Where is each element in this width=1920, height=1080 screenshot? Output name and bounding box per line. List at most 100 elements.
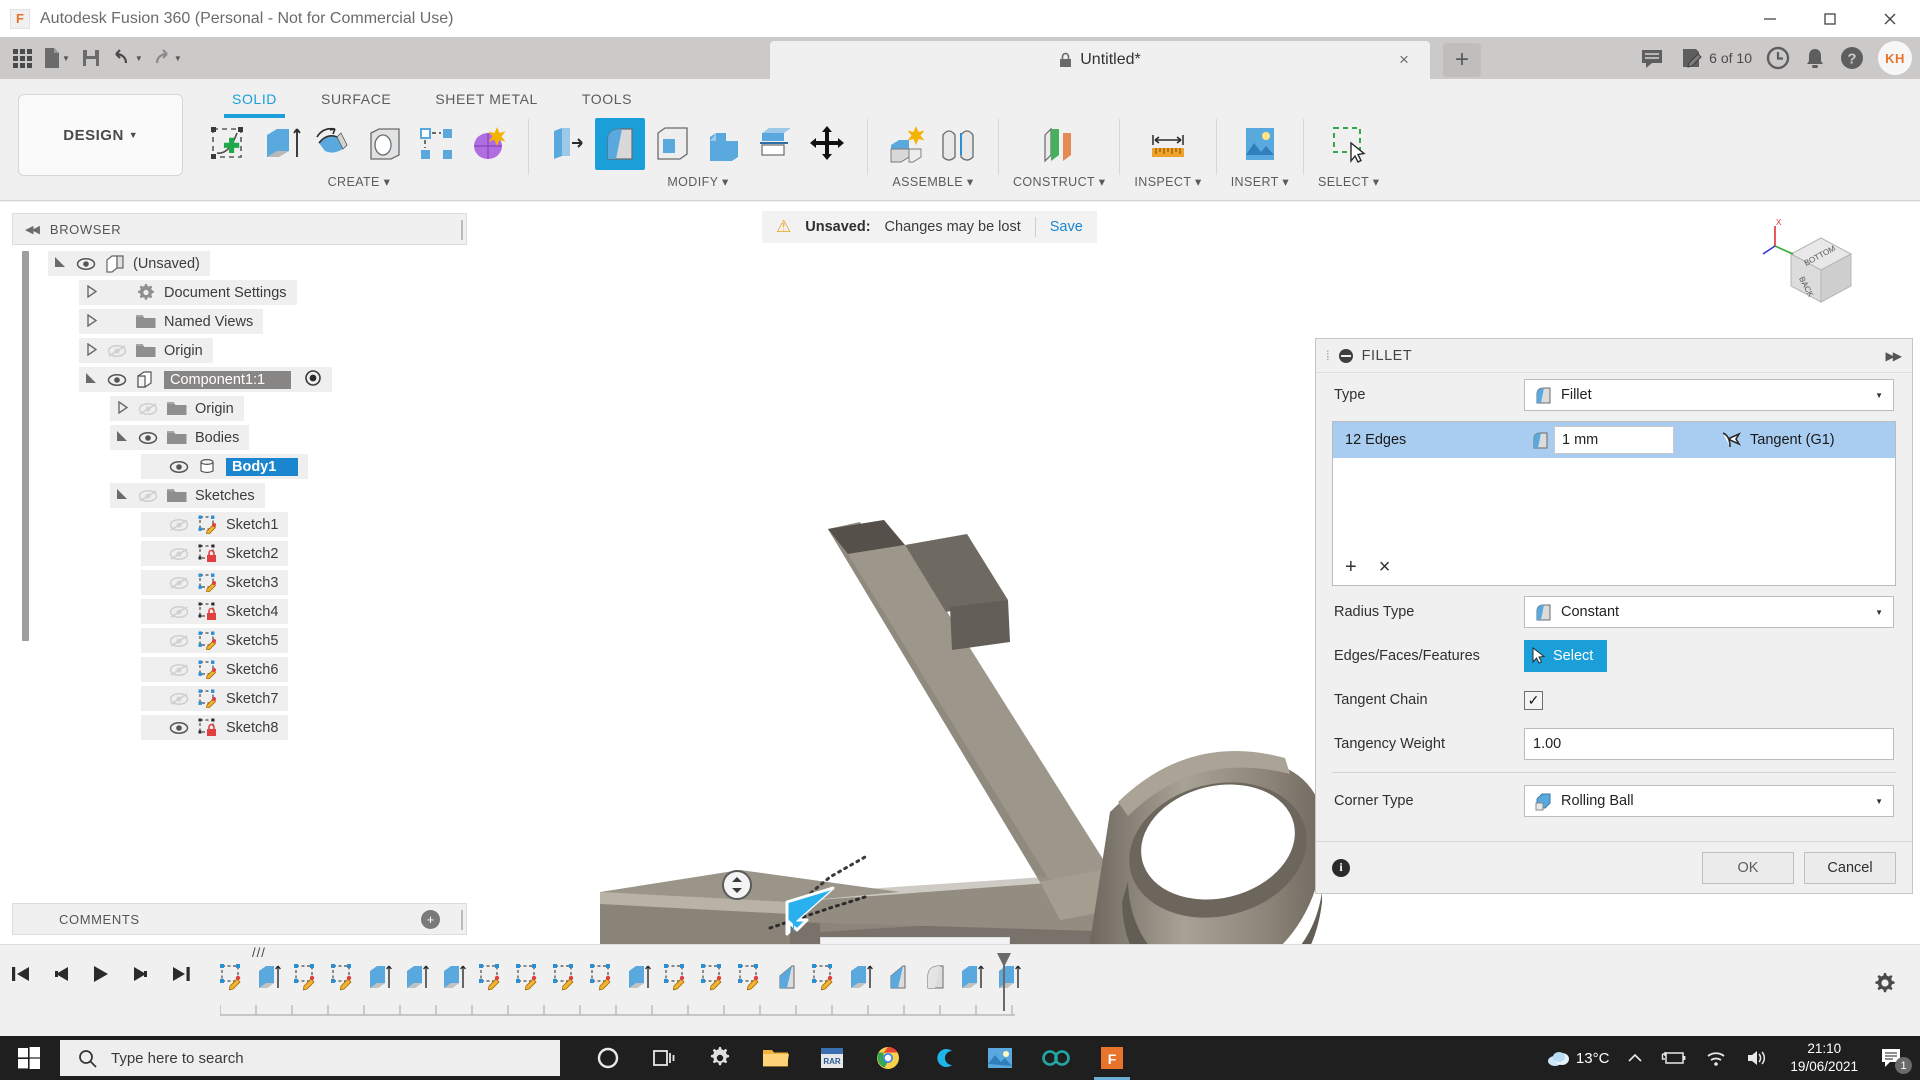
timeline-item-14[interactable] xyxy=(693,955,730,999)
shell-button[interactable] xyxy=(647,118,697,170)
weather-widget[interactable]: 13°C xyxy=(1537,1036,1619,1080)
visibility-toggle-icon[interactable] xyxy=(137,489,159,503)
timeline-item-11[interactable] xyxy=(582,955,619,999)
fusion360-icon[interactable]: F xyxy=(1084,1036,1140,1080)
comments-button[interactable] xyxy=(1640,47,1666,69)
ribbon-group-insert-title[interactable]: INSERT ▾ xyxy=(1231,174,1289,189)
task-view-icon[interactable] xyxy=(636,1036,692,1080)
save-button[interactable] xyxy=(75,42,107,74)
tree-item-sketch4[interactable]: Sketch4 xyxy=(18,597,467,626)
ok-button[interactable]: OK xyxy=(1702,851,1794,884)
combine-button[interactable] xyxy=(699,118,749,170)
fillet-continuity[interactable]: Tangent (G1) xyxy=(1720,431,1835,449)
split-face-button[interactable] xyxy=(751,118,801,170)
cura-icon[interactable] xyxy=(916,1036,972,1080)
select-window-button[interactable] xyxy=(1324,118,1374,170)
timeline-end-marker[interactable] xyxy=(995,951,1013,1013)
timeline-item-6[interactable] xyxy=(397,955,434,999)
timeline-item-20[interactable] xyxy=(915,955,952,999)
sweep-button[interactable] xyxy=(360,118,410,170)
timeline-item-3[interactable] xyxy=(286,955,323,999)
undo-button[interactable]: ▼ xyxy=(109,42,146,74)
drag-handle[interactable] xyxy=(722,870,752,900)
show-hidden-icons-button[interactable] xyxy=(1618,1036,1652,1080)
collapse-arrow-icon[interactable] xyxy=(83,313,99,330)
expand-arrow-icon[interactable] xyxy=(83,372,99,388)
recent-activity-button[interactable] xyxy=(1766,46,1790,70)
play-button[interactable] xyxy=(88,959,114,989)
visibility-toggle-icon[interactable] xyxy=(106,373,128,387)
collapse-left-icon[interactable]: ◀◀ xyxy=(25,223,40,236)
minimize-dot-icon[interactable] xyxy=(1338,348,1353,363)
close-button[interactable] xyxy=(1860,0,1920,37)
chrome-icon[interactable] xyxy=(860,1036,916,1080)
add-comment-button[interactable]: + xyxy=(421,910,440,929)
fillet-radius-input[interactable]: 1 mm xyxy=(1554,426,1674,454)
timeline-item-16[interactable] xyxy=(767,955,804,999)
timeline-item-15[interactable] xyxy=(730,955,767,999)
new-file-button[interactable]: ▼ xyxy=(40,42,73,74)
collapse-arrow-icon[interactable] xyxy=(83,342,99,359)
visibility-toggle-icon[interactable] xyxy=(168,605,190,619)
tree-item-sketch1[interactable]: Sketch1 xyxy=(18,510,467,539)
ribbon-group-select-title[interactable]: SELECT ▾ xyxy=(1318,174,1379,189)
tree-item-sketch2[interactable]: Sketch2 xyxy=(18,539,467,568)
timeline-item-5[interactable] xyxy=(360,955,397,999)
timeline-item-4[interactable] xyxy=(323,955,360,999)
timeline-item-21[interactable] xyxy=(952,955,989,999)
tree-item-origin[interactable]: Origin xyxy=(18,336,467,365)
visibility-toggle-icon[interactable] xyxy=(168,634,190,648)
tab-sheet-metal[interactable]: SHEET METAL xyxy=(413,85,560,111)
new-component-button[interactable] xyxy=(882,118,932,170)
extrude-button[interactable] xyxy=(256,118,306,170)
cortana-icon[interactable] xyxy=(580,1036,636,1080)
ribbon-group-create-title[interactable]: CREATE ▾ xyxy=(328,174,391,189)
wifi-button[interactable] xyxy=(1696,1036,1736,1080)
expand-right-icon[interactable]: ▶▶ xyxy=(1886,349,1903,363)
revolve-button[interactable] xyxy=(308,118,358,170)
expand-arrow-icon[interactable] xyxy=(52,256,68,272)
info-icon[interactable]: i xyxy=(1332,858,1350,877)
fillet-button[interactable] xyxy=(595,118,645,170)
show-data-panel-button[interactable] xyxy=(6,42,38,74)
visibility-toggle-icon[interactable] xyxy=(106,344,128,358)
settings-icon[interactable] xyxy=(692,1036,748,1080)
collapse-arrow-icon[interactable] xyxy=(83,284,99,301)
expand-arrow-icon[interactable] xyxy=(114,430,130,446)
visibility-toggle-icon[interactable] xyxy=(168,576,190,590)
view-cube[interactable]: BOTTOM BACK X xyxy=(1755,214,1875,314)
visibility-toggle-icon[interactable] xyxy=(168,547,190,561)
start-button[interactable] xyxy=(0,1036,58,1080)
tree-item-sketch3[interactable]: Sketch3 xyxy=(18,568,467,597)
ribbon-group-modify-title[interactable]: MODIFY ▾ xyxy=(667,174,728,189)
tree-item-component1-1[interactable]: Component1:1 xyxy=(18,365,467,394)
activate-component-radio[interactable] xyxy=(304,369,322,391)
file-explorer-icon[interactable] xyxy=(748,1036,804,1080)
timeline-item-2[interactable] xyxy=(249,955,286,999)
redo-button[interactable]: ▼ xyxy=(148,42,185,74)
measure-button[interactable] xyxy=(1143,118,1193,170)
timeline-item-8[interactable] xyxy=(471,955,508,999)
timeline-settings-button[interactable] xyxy=(1870,969,1898,1002)
photos-icon[interactable] xyxy=(972,1036,1028,1080)
panel-resize-grip[interactable] xyxy=(461,220,463,240)
select-button[interactable]: Select xyxy=(1524,640,1608,672)
timeline-item-18[interactable] xyxy=(841,955,878,999)
tree-item-sketch5[interactable]: Sketch5 xyxy=(18,626,467,655)
timeline-item-10[interactable] xyxy=(545,955,582,999)
panel-resize-grip[interactable] xyxy=(461,910,463,930)
user-avatar[interactable]: KH xyxy=(1878,41,1912,75)
tree-item-sketch6[interactable]: Sketch6 xyxy=(18,655,467,684)
joint-button[interactable] xyxy=(934,118,984,170)
tree-item-unsaved[interactable]: (Unsaved) xyxy=(18,249,467,278)
visibility-toggle-icon[interactable] xyxy=(168,721,190,735)
visibility-toggle-icon[interactable] xyxy=(137,402,159,416)
notification-center-button[interactable]: 1 xyxy=(1870,1036,1920,1080)
battery-button[interactable] xyxy=(1652,1036,1696,1080)
step-back-button[interactable] xyxy=(48,959,74,989)
ribbon-group-assemble-title[interactable]: ASSEMBLE ▾ xyxy=(892,174,973,189)
help-button[interactable]: ? xyxy=(1840,46,1864,70)
tangent-chain-checkbox[interactable]: ✓ xyxy=(1524,690,1543,710)
maximize-button[interactable] xyxy=(1800,0,1860,37)
timeline-item-19[interactable] xyxy=(878,955,915,999)
